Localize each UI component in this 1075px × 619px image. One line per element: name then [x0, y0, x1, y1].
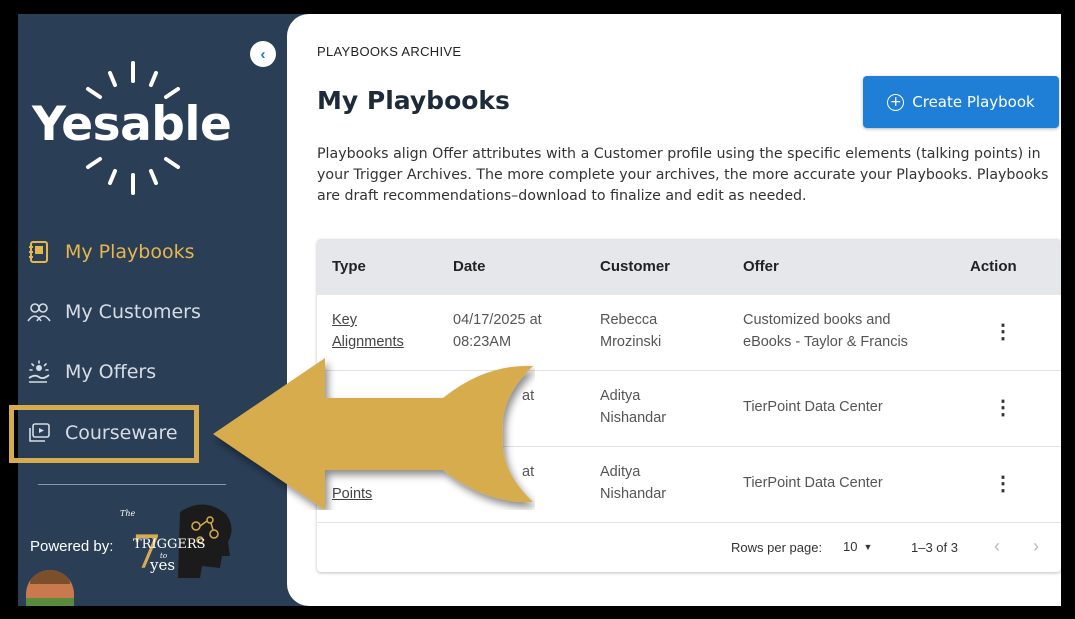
caret-down-icon: ▼ — [863, 542, 873, 552]
more-actions-icon[interactable]: ⋮ — [993, 319, 1013, 344]
column-header-type[interactable]: Type — [332, 258, 366, 275]
courseware-icon — [26, 421, 52, 445]
sidebar-item-my-customers[interactable]: My Customers — [18, 292, 218, 332]
chevron-left-icon: ‹ — [260, 45, 266, 63]
playbook-icon — [26, 240, 52, 264]
table-pagination: Rows per page: 10 ▼ 1–3 of 3 ‹ › — [317, 523, 1061, 572]
sidebar-item-label: Courseware — [65, 422, 178, 444]
app-logo-text: Yesable — [32, 97, 232, 152]
sidebar-item-label: My Playbooks — [65, 241, 195, 263]
callout-arrow — [213, 358, 533, 510]
svg-text:TRIGGERS: TRIGGERS — [133, 537, 206, 552]
customers-icon — [26, 300, 52, 324]
page-title: My Playbooks — [317, 86, 510, 115]
table-header: Type Date Customer Offer Action — [317, 239, 1061, 295]
more-actions-icon[interactable]: ⋮ — [993, 395, 1013, 420]
playbook-customer: Aditya Nishandar — [600, 464, 667, 502]
playbook-customer: Aditya Nishandar — [600, 388, 667, 426]
add-circle-icon: + — [887, 93, 905, 111]
sidebar-item-label: My Customers — [65, 301, 201, 323]
sidebar: ‹ Yesable My Playbooks My Customers My O… — [9, 14, 308, 606]
playbook-offer: TierPoint Data Center — [743, 475, 883, 491]
playbook-date: 04/17/2025 at 08:23AM — [453, 312, 542, 350]
sidebar-item-courseware[interactable]: Courseware — [18, 413, 218, 453]
collapse-sidebar-button[interactable]: ‹ — [250, 41, 276, 67]
create-playbook-button[interactable]: + Create Playbook — [863, 76, 1059, 128]
pagination-range: 1–3 of 3 — [911, 540, 958, 555]
page-description: Playbooks align Offer attributes with a … — [317, 146, 1049, 204]
sidebar-divider — [38, 484, 226, 485]
playbook-customer: Rebecca Mrozinski — [600, 312, 662, 350]
sidebar-item-label: My Offers — [65, 361, 157, 383]
sidebar-item-my-offers[interactable]: My Offers — [18, 352, 218, 392]
sidebar-item-my-playbooks[interactable]: My Playbooks — [18, 232, 218, 272]
column-header-action: Action — [970, 258, 1017, 275]
breadcrumb: PLAYBOOKS ARCHIVE — [317, 44, 462, 59]
create-playbook-label: Create Playbook — [912, 93, 1035, 111]
playbook-type-link[interactable]: Key Alignments — [332, 309, 404, 353]
rows-per-page-label: Rows per page: — [731, 540, 823, 555]
triggers-to-yes-logo: The 7 TRIGGERS to yes — [120, 504, 232, 579]
main-panel: PLAYBOOKS ARCHIVE My Playbooks + Create … — [287, 14, 1061, 606]
column-header-date[interactable]: Date — [453, 258, 486, 275]
powered-by-label: Powered by: — [30, 538, 114, 555]
svg-text:yes: yes — [149, 556, 175, 574]
rows-per-page-select[interactable]: 10 ▼ — [843, 539, 872, 554]
column-header-customer[interactable]: Customer — [600, 258, 670, 275]
previous-page-icon[interactable]: ‹ — [994, 536, 1000, 557]
column-header-offer[interactable]: Offer — [743, 258, 779, 275]
user-avatar[interactable] — [26, 570, 74, 606]
playbook-offer: Customized books and eBooks - Taylor & Fr… — [743, 312, 908, 350]
offers-icon — [26, 360, 52, 384]
next-page-icon[interactable]: › — [1033, 536, 1039, 557]
svg-text:The: The — [120, 509, 135, 518]
more-actions-icon[interactable]: ⋮ — [993, 471, 1013, 496]
playbook-offer: TierPoint Data Center — [743, 399, 883, 415]
